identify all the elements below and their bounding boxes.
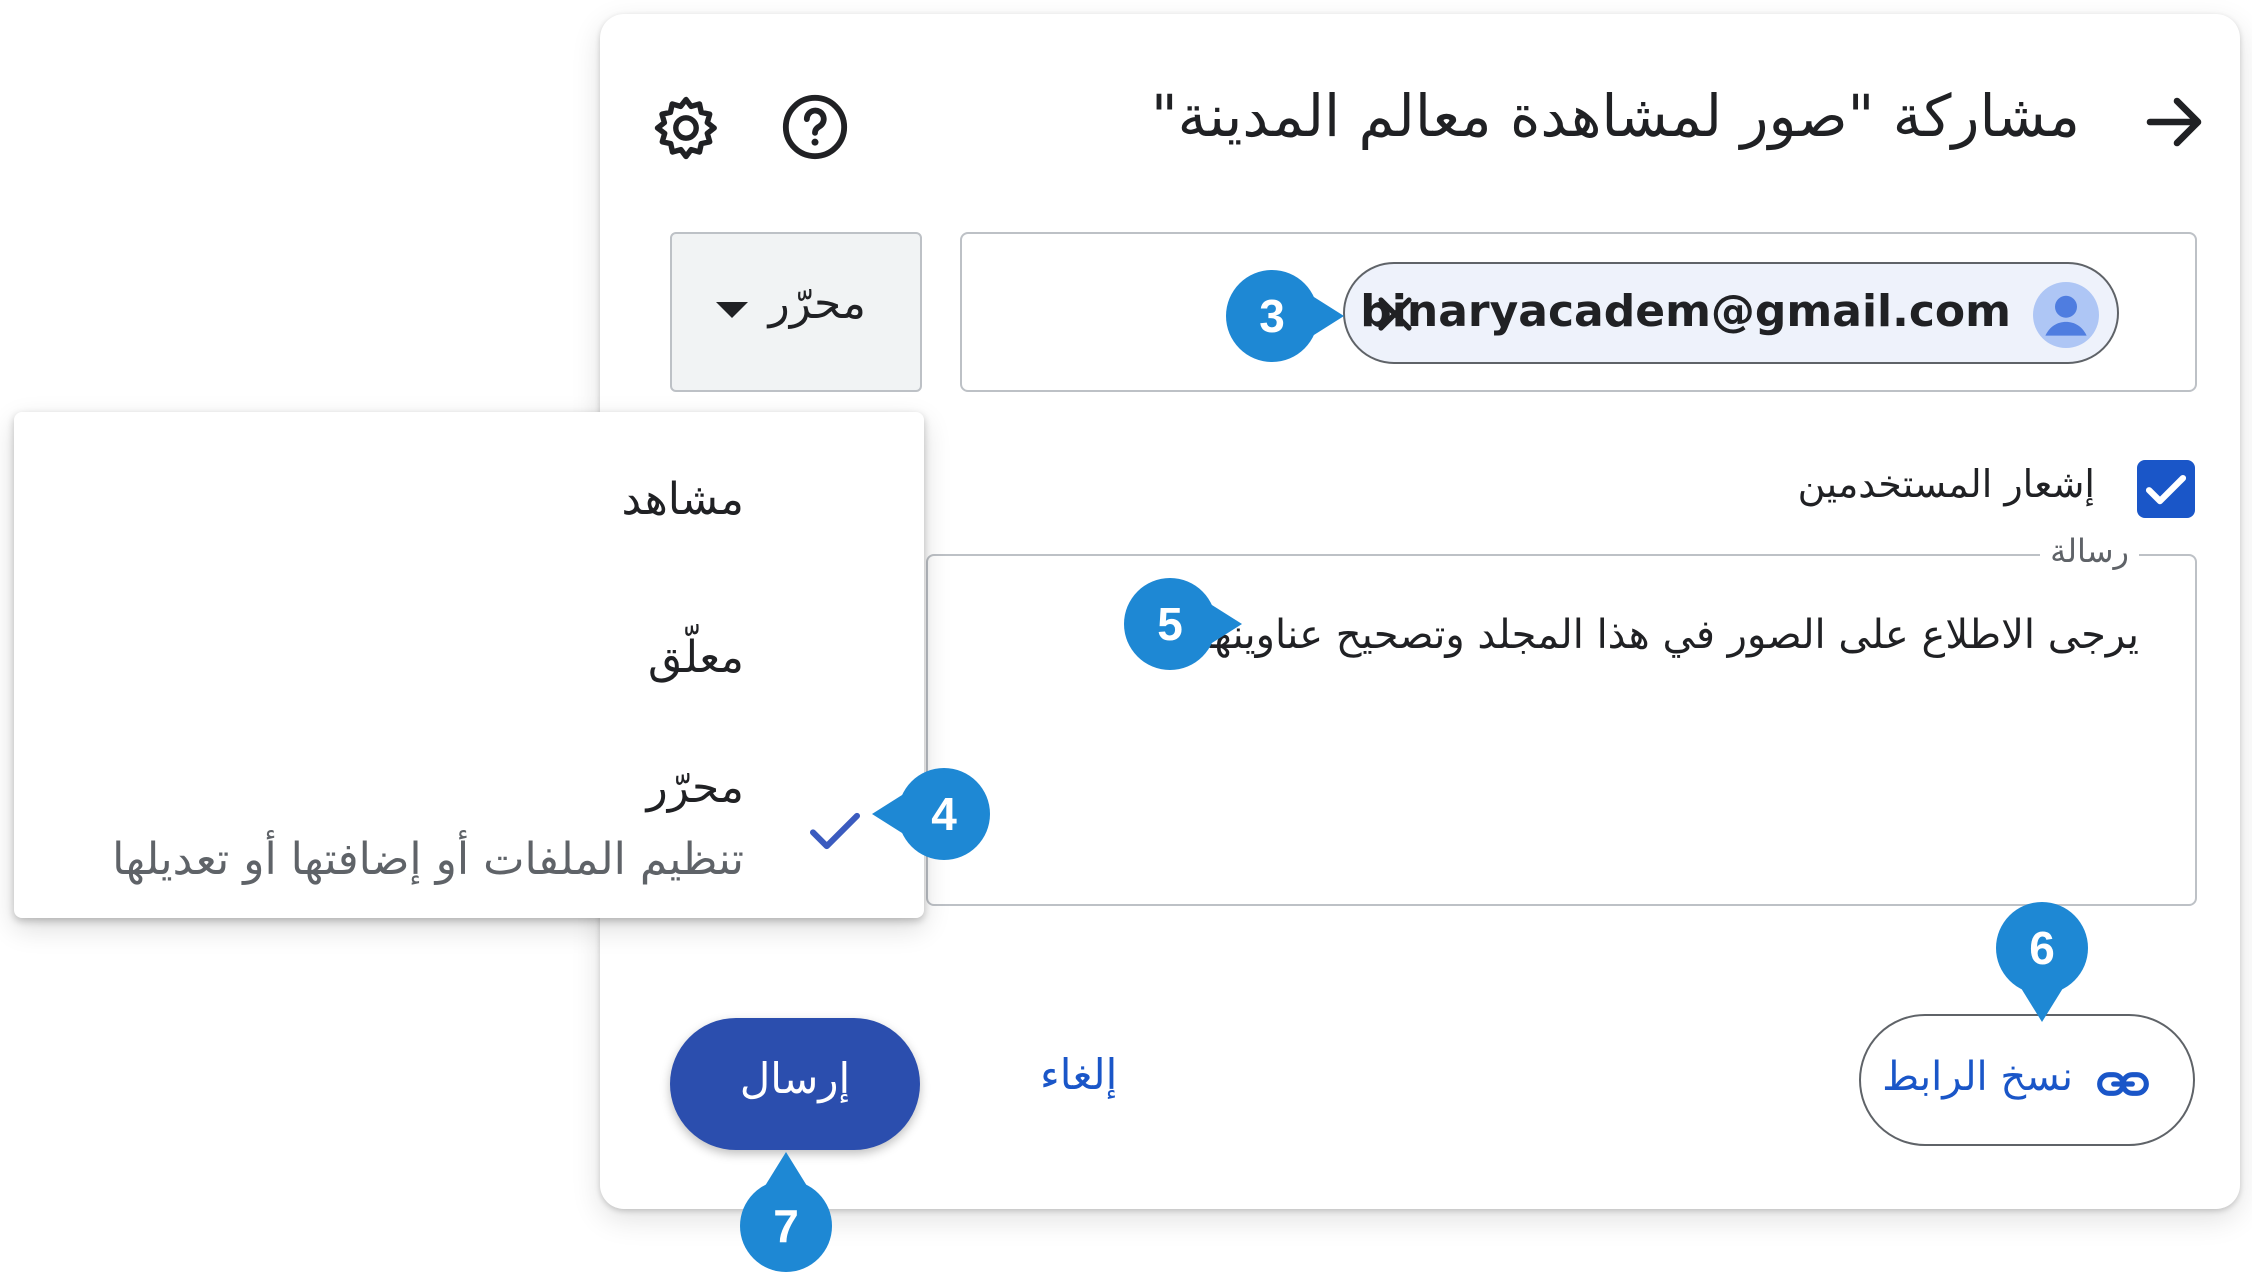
role-option-viewer[interactable]: مشاهد xyxy=(621,474,744,525)
message-text: يرجى الاطلاع على الصور في هذا المجلد وتص… xyxy=(1189,612,2139,658)
callout-number: 7 xyxy=(773,1200,799,1252)
message-legend: رسالة xyxy=(2040,532,2139,570)
gear-icon[interactable] xyxy=(650,92,722,164)
close-icon[interactable] xyxy=(1367,286,1423,342)
copy-link-label: نسخ الرابط xyxy=(1882,1054,2073,1100)
notify-users-label: إشعار المستخدمين xyxy=(1797,462,2095,506)
avatar-icon xyxy=(2033,282,2099,348)
arrow-right-icon[interactable] xyxy=(2138,86,2210,158)
message-field[interactable]: رسالة يرجى الاطلاع على الصور في هذا المج… xyxy=(926,532,2197,906)
notify-users-row: إشعار المستخدمين xyxy=(1675,452,2195,522)
recipients-field[interactable]: binaryacadem@gmail.com xyxy=(960,232,2197,392)
role-select-value: محرّر xyxy=(768,278,867,329)
callout-number: 4 xyxy=(931,788,957,840)
role-option-commenter[interactable]: معلّق xyxy=(648,632,744,683)
callout-3: 3 xyxy=(1226,270,1344,362)
role-option-editor-description: تنظيم الملفات أو إضافتها أو تعديلها xyxy=(112,834,744,885)
notify-users-checkbox[interactable] xyxy=(2137,460,2195,518)
link-icon xyxy=(2097,1072,2149,1096)
callout-5: 5 xyxy=(1124,578,1242,670)
send-button[interactable]: إرسال xyxy=(670,1018,920,1150)
checkmark-icon xyxy=(2145,474,2187,505)
copy-link-button[interactable]: نسخ الرابط xyxy=(1859,1014,2195,1146)
dialog-title: مشاركة "صور لمشاهدة معالم المدينة" xyxy=(1150,82,2080,150)
recipient-chip[interactable]: binaryacadem@gmail.com xyxy=(1343,262,2119,364)
caret-down-icon xyxy=(716,302,748,318)
callout-number: 3 xyxy=(1259,290,1285,342)
recipient-email: binaryacadem@gmail.com xyxy=(1360,286,2011,337)
callout-7: 7 xyxy=(740,1152,832,1272)
callout-number: 6 xyxy=(2029,922,2055,974)
callout-6: 6 xyxy=(1996,902,2088,1022)
cancel-button[interactable]: إلغاء xyxy=(1040,1050,1117,1099)
check-icon xyxy=(809,812,861,850)
role-option-editor[interactable]: محرّر xyxy=(647,762,745,813)
role-select[interactable]: محرّر xyxy=(670,232,922,392)
callout-number: 5 xyxy=(1157,598,1183,650)
role-menu: مشاهد معلّق محرّر تنظيم الملفات أو إضافت… xyxy=(14,412,924,918)
help-circle-icon[interactable] xyxy=(780,92,850,162)
callout-4: 4 xyxy=(872,768,990,860)
send-label: إرسال xyxy=(739,1054,851,1103)
